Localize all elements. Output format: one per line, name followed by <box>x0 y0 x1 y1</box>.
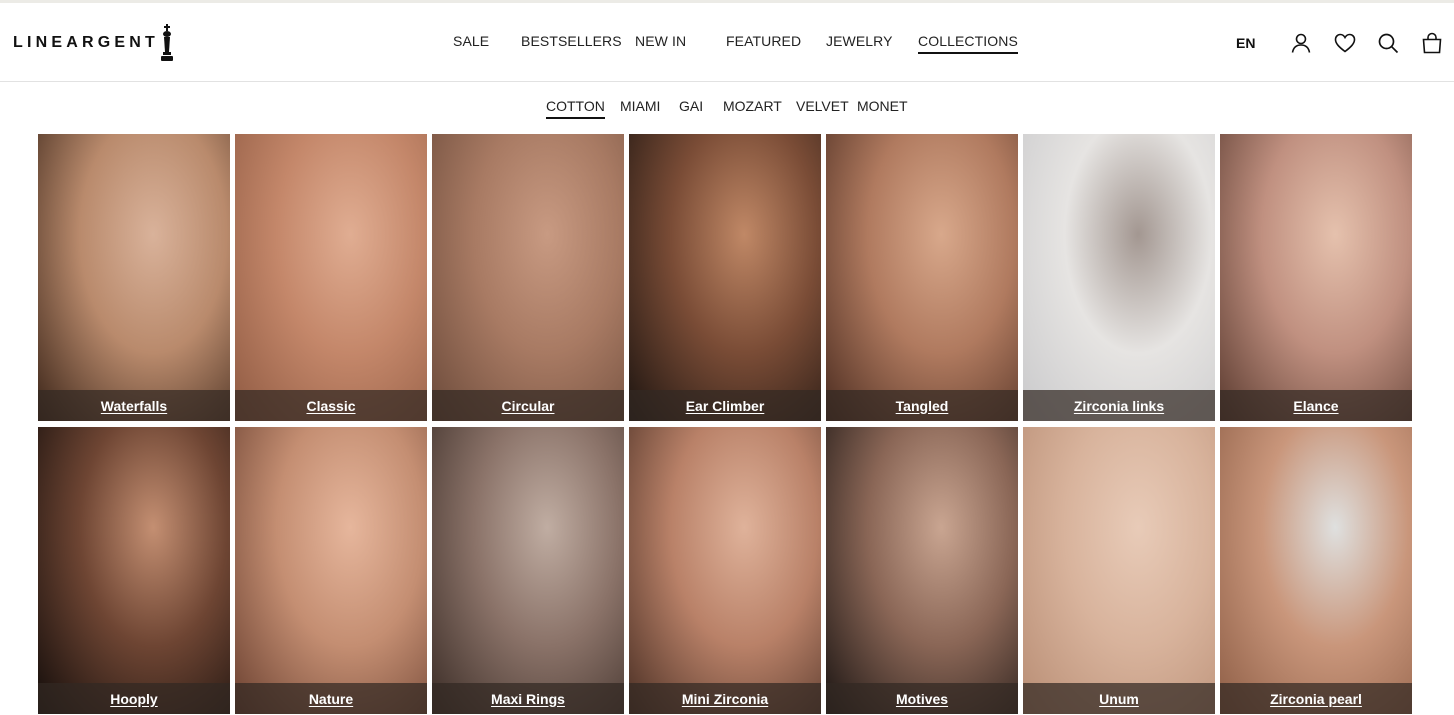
collection-tile[interactable]: Circular <box>432 134 624 421</box>
collection-photo <box>1023 427 1215 714</box>
search-icon[interactable] <box>1376 31 1400 55</box>
account-icon[interactable] <box>1289 31 1313 55</box>
collection-photo <box>629 427 821 714</box>
collection-name[interactable]: Unum <box>1099 691 1139 707</box>
caption-bar: Mini Zirconia <box>629 683 821 714</box>
collection-tile[interactable]: Zirconia pearl <box>1220 427 1412 714</box>
collection-tile[interactable]: Mini Zirconia <box>629 427 821 714</box>
subnav-gai[interactable]: GAI <box>679 96 703 116</box>
language-selector[interactable]: EN <box>1236 35 1255 51</box>
collection-photo <box>432 427 624 714</box>
collection-name[interactable]: Elance <box>1293 398 1338 414</box>
collection-tile[interactable]: Maxi Rings <box>432 427 624 714</box>
nav-new-in[interactable]: NEW IN <box>635 31 686 51</box>
caption-bar: Tangled <box>826 390 1018 421</box>
caption-bar: Classic <box>235 390 427 421</box>
collection-photo <box>38 134 230 421</box>
subnav-monet[interactable]: MONET <box>857 96 908 116</box>
collection-photo <box>38 427 230 714</box>
collection-name[interactable]: Maxi Rings <box>491 691 565 707</box>
collection-name[interactable]: Classic <box>306 398 355 414</box>
collection-name[interactable]: Nature <box>309 691 353 707</box>
subnav-velvet[interactable]: VELVET <box>796 96 849 116</box>
collection-photo <box>235 427 427 714</box>
collection-name[interactable]: Ear Climber <box>686 398 765 414</box>
caption-bar: Ear Climber <box>629 390 821 421</box>
caption-bar: Zirconia links <box>1023 390 1215 421</box>
caption-bar: Elance <box>1220 390 1412 421</box>
caption-bar: Hooply <box>38 683 230 714</box>
collection-tile[interactable]: Ear Climber <box>629 134 821 421</box>
collection-name[interactable]: Circular <box>502 398 555 414</box>
caption-bar: Motives <box>826 683 1018 714</box>
nav-jewelry[interactable]: JEWELRY <box>826 31 893 51</box>
wishlist-heart-icon[interactable] <box>1333 31 1357 55</box>
nav-sale[interactable]: SALE <box>453 31 489 51</box>
collection-photo <box>629 134 821 421</box>
nav-featured[interactable]: FEATURED <box>726 31 801 51</box>
collections-grid: Waterfalls Classic Circular Ear Climber Tang… <box>38 134 1412 715</box>
collection-photo <box>826 134 1018 421</box>
collection-photo <box>432 134 624 421</box>
collection-tile[interactable]: Tangled <box>826 134 1018 421</box>
collection-tile[interactable]: Elance <box>1220 134 1412 421</box>
nav-bestsellers[interactable]: BESTSELLERS <box>521 31 622 51</box>
collection-tile[interactable]: Hooply <box>38 427 230 714</box>
collection-tile[interactable]: Unum <box>1023 427 1215 714</box>
collection-name[interactable]: Hooply <box>110 691 157 707</box>
collection-name[interactable]: Tangled <box>896 398 949 414</box>
collection-name[interactable]: Mini Zirconia <box>682 691 768 707</box>
caption-bar: Maxi Rings <box>432 683 624 714</box>
subnav-miami[interactable]: MIAMI <box>620 96 660 116</box>
caption-bar: Waterfalls <box>38 390 230 421</box>
collection-name[interactable]: Motives <box>896 691 948 707</box>
collection-photo <box>1023 134 1215 421</box>
caption-bar: Zirconia pearl <box>1220 683 1412 714</box>
collection-name[interactable]: Waterfalls <box>101 398 167 414</box>
collection-name[interactable]: Zirconia links <box>1074 398 1164 414</box>
collection-name[interactable]: Zirconia pearl <box>1270 691 1362 707</box>
collection-subnav: COTTON MIAMI GAI MOZART VELVET MONET <box>0 96 1454 120</box>
caption-bar: Circular <box>432 390 624 421</box>
subnav-cotton[interactable]: COTTON <box>546 96 605 119</box>
shopping-bag-icon[interactable] <box>1420 31 1444 55</box>
caption-bar: Unum <box>1023 683 1215 714</box>
subnav-mozart[interactable]: MOZART <box>723 96 782 116</box>
collection-tile[interactable]: Zirconia links <box>1023 134 1215 421</box>
caption-bar: Nature <box>235 683 427 714</box>
collection-tile[interactable]: Waterfalls <box>38 134 230 421</box>
collection-tile[interactable]: Motives <box>826 427 1018 714</box>
nav-collections[interactable]: COLLECTIONS <box>918 31 1018 54</box>
site-header: LINEARGENT SALE BESTSELLERS NEW IN FEATU… <box>0 3 1454 82</box>
collection-photo <box>826 427 1018 714</box>
collection-photo <box>1220 134 1412 421</box>
collection-tile[interactable]: Classic <box>235 134 427 421</box>
collection-photo <box>1220 427 1412 714</box>
collection-tile[interactable]: Nature <box>235 427 427 714</box>
collection-photo <box>235 134 427 421</box>
